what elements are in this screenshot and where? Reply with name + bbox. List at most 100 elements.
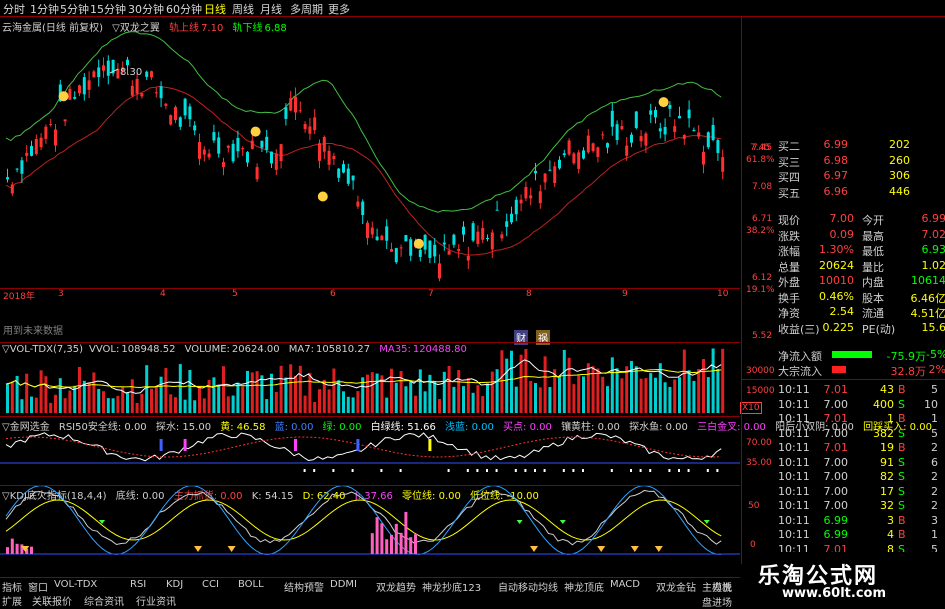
candle-body (279, 144, 283, 162)
indicator-tab[interactable]: 双龙趋势 (376, 579, 416, 594)
info-tab[interactable]: 行业资讯 (136, 593, 176, 608)
volume-bar (654, 377, 657, 413)
kdj-chart (0, 486, 740, 555)
quote-stat-row: 涨跌 0.09 最高 7.02 (742, 228, 945, 243)
volume-bar (164, 368, 168, 413)
indicator-tab[interactable]: 结构预警 (284, 579, 324, 594)
volume-bar (721, 348, 725, 413)
volume-bar (34, 397, 38, 413)
high-price-label: 8.30 (120, 67, 142, 78)
period-tab-60min[interactable]: 60分钟 (166, 1, 202, 17)
candle-body (169, 115, 173, 125)
indicator-tab[interactable]: 指标 (2, 579, 22, 594)
indicator-tab[interactable]: VOL-TDX (54, 579, 97, 590)
indicator-tab[interactable]: RSI (130, 579, 146, 590)
period-tab-weekly[interactable]: 周线 (232, 1, 254, 17)
info-tab[interactable]: 扩展 (2, 593, 22, 608)
date-label: 2018年 (3, 292, 35, 302)
volume-bar (370, 372, 374, 413)
indicator-tab[interactable]: 模板 (712, 579, 732, 594)
period-tab-1min[interactable]: 1分钟 (30, 1, 59, 17)
indicator-tab[interactable]: DDMI (330, 579, 357, 590)
candle-body (582, 150, 585, 159)
volume-bar (423, 391, 427, 413)
indicator-tab[interactable]: 神龙顶底 (564, 579, 604, 594)
tick-time: 10:11 (778, 528, 810, 541)
rsi-marker (466, 469, 469, 472)
volume-bar (481, 396, 485, 413)
order-book-row: 买二 6.99 202 (742, 138, 945, 153)
candle-body (231, 143, 235, 162)
indicator-tab[interactable]: 双龙金钻 (656, 579, 696, 594)
candle-body (481, 228, 485, 240)
volume-bar (582, 376, 585, 413)
book-price: 6.96 (823, 184, 849, 198)
candle-body (505, 221, 509, 227)
kdj-grab-bar (385, 539, 389, 554)
volume-bar (697, 368, 701, 413)
tick-row: 10:11 6.99 4 B 1 (742, 528, 945, 542)
indicator-tab[interactable]: KDJ (166, 579, 183, 590)
book-label: 买四 (778, 171, 800, 184)
rsi-panel[interactable]: ▽金网选金 RSI50安全线: 0.00 探水: 15.00 黄: 46.58 … (0, 417, 932, 485)
rsi-marker (447, 469, 450, 472)
volume-chart (5, 348, 725, 413)
candle-body (442, 242, 446, 245)
period-tab-more[interactable]: 更多 (328, 1, 350, 17)
order-book-row: 买四 6.97 306 (742, 169, 945, 184)
tick-row: 10:11 7.01 19 B 2 (742, 441, 945, 455)
rsi-marker (486, 469, 488, 472)
indicator-tab[interactable]: CCI (202, 579, 219, 590)
candle-body (663, 127, 667, 135)
candle-body (25, 152, 29, 156)
period-tab-daily[interactable]: 日线 (204, 1, 226, 17)
kdj-panel[interactable]: ▽KDJ底火指标(18,4,4) 底线: 0.00 主力抓货: 0.00 K: … (0, 486, 740, 564)
candle-body (615, 124, 619, 140)
volume-bar (418, 369, 422, 413)
volume-bar (486, 383, 489, 413)
flow-value: 32.8万 (890, 365, 927, 378)
period-tab-30min[interactable]: 30分钟 (128, 1, 164, 17)
volume-bar (466, 378, 470, 413)
volume-bar (313, 402, 317, 413)
period-tab-15min[interactable]: 15分钟 (90, 1, 126, 17)
tick-count: 2 (931, 499, 938, 512)
volume-bar (601, 376, 605, 413)
indicator-tab[interactable]: 窗口 (28, 579, 48, 594)
volume-bar (702, 358, 705, 413)
candle-body (577, 152, 581, 169)
indicator-tab[interactable]: 神龙抄底123 (422, 579, 481, 594)
volume-bar (169, 394, 173, 413)
stat-value: 2.54 (829, 305, 855, 318)
kdj-grab-bar (414, 534, 417, 554)
volume-panel[interactable]: ▽VOL-TDX(7,35) VVOL: 108948.52 VOLUME: 2062… (0, 343, 740, 415)
book-price: 6.98 (823, 153, 849, 167)
period-tab-timeshare[interactable]: 分时 (3, 1, 25, 17)
volume-bar (198, 386, 201, 413)
candle-body (356, 201, 360, 207)
candle-body (236, 138, 240, 152)
volume-bar (241, 386, 245, 413)
rsi-chart (0, 432, 740, 472)
tick-count: 2 (931, 484, 938, 498)
candle-body (586, 135, 590, 153)
period-tab-multi[interactable]: 多周期 (290, 1, 323, 17)
tick-volume: 82 (880, 470, 894, 483)
candle-body (222, 162, 225, 168)
indicator-tab[interactable]: BOLL (238, 579, 264, 590)
period-tab-monthly[interactable]: 月线 (260, 1, 282, 17)
tick-price: 7.00 (823, 426, 849, 440)
stat-label: 流通 (862, 307, 884, 320)
indicator-tab[interactable]: 自动移动均线 (498, 579, 558, 594)
volume-bar (58, 378, 62, 413)
volume-bar (438, 399, 441, 413)
volume-bar (63, 398, 67, 413)
stat-label: 内盘 (862, 276, 884, 289)
book-label: 买五 (778, 186, 800, 200)
info-tab[interactable]: 综合资讯 (84, 593, 124, 608)
period-tab-5min[interactable]: 5分钟 (60, 1, 89, 17)
candle-body (207, 153, 211, 158)
indicator-tab[interactable]: MACD (610, 579, 640, 590)
info-tab[interactable]: 关联报价 (32, 593, 72, 608)
rsi-line (5, 432, 722, 462)
